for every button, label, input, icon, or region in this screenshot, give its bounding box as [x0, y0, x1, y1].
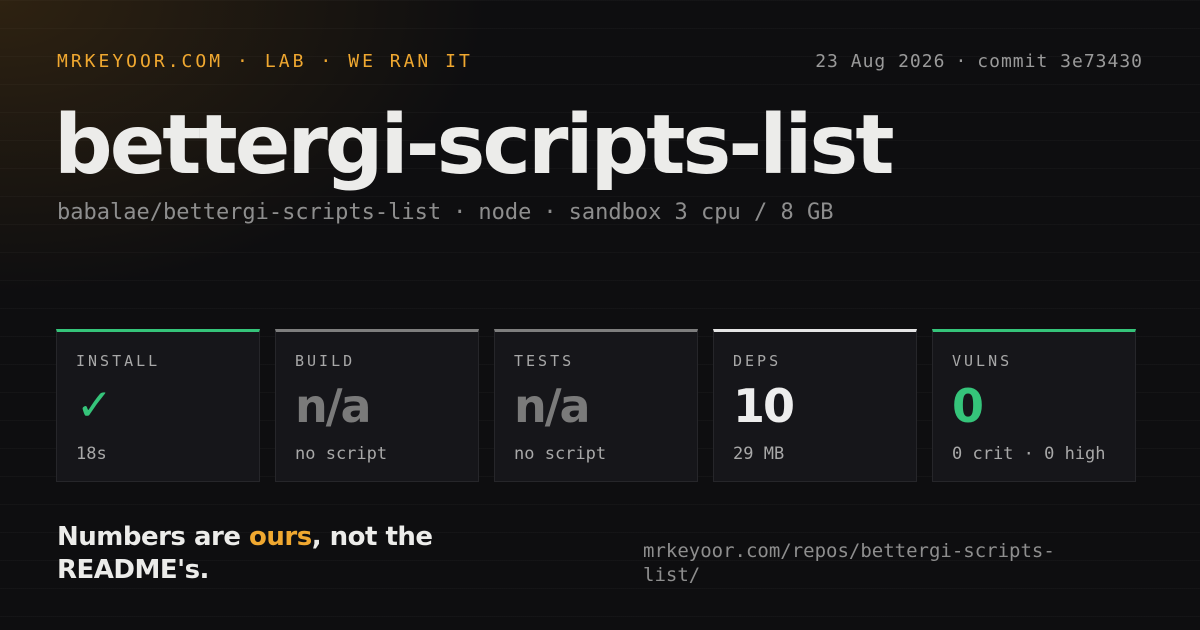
build-card: BUILD n/a no script: [275, 329, 479, 482]
subtitle-separator: ·: [453, 200, 467, 225]
run-meta: 23 Aug 2026 · commit 3e73430: [815, 51, 1143, 72]
brand-site[interactable]: MRKEYOOR.COM: [57, 51, 223, 72]
install-card: INSTALL ✓ 18s: [56, 329, 260, 482]
card-label: DEPS: [733, 352, 782, 370]
brand-tagline: WE RAN IT: [348, 50, 473, 72]
repo-name: babalae/bettergi-scripts-list: [57, 200, 442, 225]
vulns-card: VULNS 0 0 crit · 0 high: [932, 329, 1136, 482]
brand-separator: ·: [320, 50, 335, 72]
tagline-start: Numbers are: [57, 522, 250, 552]
card-value: n/a: [295, 379, 372, 433]
check-icon: ✓: [76, 380, 113, 431]
page-title: bettergi-scripts-list: [54, 98, 895, 193]
repo-details: babalae/bettergi-scripts-list · node · sandb…: [57, 200, 834, 225]
tests-card: TESTS n/a no script: [494, 329, 698, 482]
tagline-highlight: ours: [249, 522, 312, 552]
deps-card: DEPS 10 29 MB: [713, 329, 917, 482]
card-note: 29 MB: [733, 444, 785, 464]
card-note: 18s: [76, 444, 107, 464]
card-label: BUILD: [295, 352, 356, 370]
meta-separator: ·: [955, 50, 968, 72]
card-value: 0: [952, 379, 984, 433]
brand-separator: ·: [237, 50, 251, 72]
card-note: no script: [295, 444, 388, 464]
subtitle-separator: ·: [543, 200, 557, 225]
header-bar: MRKEYOOR.COM · LAB · WE RAN IT 23 Aug 2026 · c…: [57, 48, 1143, 74]
repo-url-link[interactable]: mrkeyoor.com/repos/bettergi-scripts-list…: [643, 539, 1103, 587]
brand-section[interactable]: LAB: [265, 51, 307, 72]
card-label: VULNS: [952, 352, 1013, 370]
brand-breadcrumb: MRKEYOOR.COM · LAB · WE RAN IT: [57, 51, 473, 72]
sandbox-spec: sandbox 3 cpu / 8 GB: [568, 200, 834, 225]
card-label: INSTALL: [76, 352, 161, 370]
card-value: n/a: [514, 379, 591, 433]
card-value: 10: [733, 379, 795, 433]
card-note: 0 crit · 0 high: [952, 444, 1106, 464]
stats-cards: INSTALL ✓ 18s BUILD n/a no script TESTS …: [56, 329, 1136, 482]
card-note: no script: [514, 444, 607, 464]
tagline: Numbers are ours, not the README's.: [57, 521, 497, 587]
commit-hash: commit 3e73430: [977, 50, 1143, 72]
runtime: node: [478, 200, 532, 225]
run-date: 23 Aug 2026: [815, 50, 946, 72]
card-label: TESTS: [514, 352, 575, 370]
